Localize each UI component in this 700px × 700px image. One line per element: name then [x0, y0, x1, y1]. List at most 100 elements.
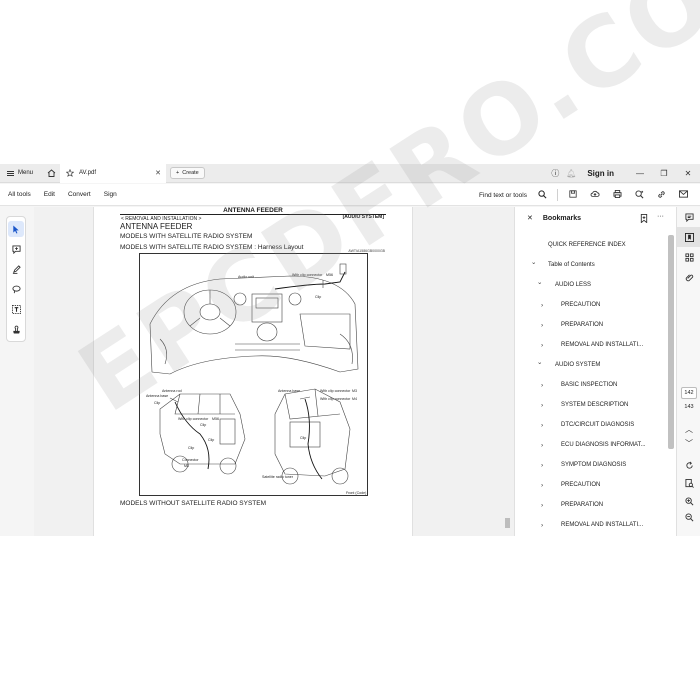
find-text-or-tools[interactable]: Find text or tools [479, 192, 527, 199]
comments-panel-button[interactable] [677, 207, 700, 227]
minimize-icon[interactable]: — [628, 169, 652, 178]
draw-tool[interactable] [8, 281, 24, 297]
link-icon[interactable] [650, 190, 672, 201]
rotate-button[interactable] [677, 455, 700, 475]
highlight-tool[interactable] [8, 261, 24, 277]
bookmark-item[interactable]: › REMOVAL AND INSTALLATI... [515, 335, 667, 355]
next-page-button[interactable]: ﹀ [677, 433, 700, 453]
document-scrollbar[interactable] [505, 510, 511, 534]
bookmark-label: PREPARATION [561, 322, 604, 328]
create-button[interactable]: + Create [170, 167, 205, 179]
add-comment-tool[interactable] [8, 241, 24, 257]
chevron-right-icon[interactable]: › [541, 342, 543, 349]
bookmark-label: DTC/CIRCUIT DIAGNOSIS [561, 422, 635, 428]
label-clip-left-4: Clip [188, 446, 194, 450]
menu-button[interactable]: Menu [0, 170, 40, 176]
menu-all-tools[interactable]: All tools [8, 191, 31, 198]
bookmark-item[interactable]: › PREPARATION [515, 495, 667, 515]
chevron-down-icon[interactable]: ⌄ [531, 258, 536, 266]
menu-label: Menu [18, 170, 34, 176]
label-clip-connector-right-1: With clip connector [320, 389, 351, 393]
bookmark-item[interactable]: › SYMPTOM DIAGNOSIS [515, 455, 667, 475]
chevron-down-icon[interactable]: ⌄ [537, 278, 542, 286]
chevron-right-icon[interactable]: › [541, 382, 543, 389]
chevron-right-icon[interactable]: › [541, 502, 543, 509]
page-view-button[interactable] [677, 473, 700, 493]
close-panel-icon[interactable]: ✕ [527, 214, 533, 222]
bookmark-item[interactable]: ⌄ Table of Contents [515, 255, 667, 275]
label-antenna-base-left: Antenna base [146, 394, 168, 398]
bookmark-label: SYMPTOM DIAGNOSIS [561, 462, 627, 468]
grid-icon [684, 252, 694, 262]
bookmark-item[interactable]: ⌄ AUDIO LESS [515, 275, 667, 295]
bookmarks-panel-button[interactable] [677, 227, 700, 247]
text-tool[interactable] [8, 301, 24, 317]
document-tab[interactable]: AV.pdf ✕ [60, 163, 166, 183]
bookmark-item[interactable]: › DTC/CIRCUIT DIAGNOSIS [515, 415, 667, 435]
notification-bell-icon[interactable]: 🔔︎ [563, 169, 579, 178]
bookmark-label: SYSTEM DESCRIPTION [561, 402, 629, 408]
chevron-right-icon[interactable]: › [541, 522, 543, 529]
search-icon[interactable] [531, 189, 553, 201]
chevron-right-icon[interactable]: › [541, 462, 543, 469]
menu-convert[interactable]: Convert [68, 191, 91, 198]
sign-in-button[interactable]: Sign in [587, 169, 614, 178]
acrobat-window: Menu AV.pdf ✕ + Create ⓘ 🔔︎ Sign in — ❐ … [0, 163, 700, 536]
stamp-tool[interactable] [8, 321, 24, 337]
bookmark-label: PRECAUTION [561, 482, 601, 488]
home-button[interactable] [44, 164, 58, 183]
chevron-right-icon[interactable]: › [541, 322, 543, 329]
chevron-right-icon[interactable]: › [541, 422, 543, 429]
close-tab-icon[interactable]: ✕ [155, 169, 161, 177]
attachments-panel-button[interactable] [677, 267, 700, 287]
email-icon[interactable] [672, 190, 694, 200]
bookmark-item[interactable]: › ECU DIAGNOSIS INFORMAT... [515, 435, 667, 455]
window-close-icon[interactable]: ✕ [676, 169, 700, 178]
bookmark-item[interactable]: › PRECAUTION [515, 475, 667, 495]
menu-edit[interactable]: Edit [44, 191, 55, 198]
bookmark-item[interactable]: ⌄ AUDIO SYSTEM [515, 355, 667, 375]
menu-sign[interactable]: Sign [104, 191, 117, 198]
bookmark-item[interactable]: › BASIC INSPECTION [515, 375, 667, 395]
bookmark-label: AUDIO SYSTEM [555, 362, 601, 368]
comment-plus-icon [11, 244, 21, 254]
chevron-down-icon[interactable]: ⌄ [537, 358, 542, 366]
document-viewport[interactable]: ANTENNA FEEDER < REMOVAL AND INSTALLATIO… [34, 207, 514, 536]
search-zoom-icon[interactable] [628, 189, 650, 201]
subheading-without-satellite: MODELS WITHOUT SATELLITE RADIO SYSTEM [120, 500, 267, 507]
section-heading: ANTENNA FEEDER [120, 222, 193, 231]
restore-icon[interactable]: ❐ [652, 169, 676, 178]
page-header-title: ANTENNA FEEDER [223, 207, 283, 214]
label-clip-connector-right-2: With clip connector [320, 397, 351, 401]
current-page-input[interactable]: 142 [681, 387, 697, 399]
subheading-with-satellite: MODELS WITH SATELLITE RADIO SYSTEM [120, 233, 253, 240]
chevron-right-icon[interactable]: › [541, 442, 543, 449]
bookmarks-scrollbar[interactable] [668, 235, 674, 531]
save-icon[interactable] [562, 190, 584, 200]
total-pages: 143 [684, 404, 694, 410]
label-clip-connector-top: With clip connector [292, 273, 323, 277]
select-tool[interactable] [8, 221, 24, 237]
zoom-out-button[interactable] [677, 507, 700, 527]
bookmark-item[interactable]: QUICK REFERENCE INDEX [515, 235, 667, 255]
chevron-right-icon[interactable]: › [541, 402, 543, 409]
label-m-left: M56 [212, 417, 219, 421]
chevron-right-icon[interactable]: › [541, 302, 543, 309]
bookmark-item[interactable]: › PRECAUTION [515, 295, 667, 315]
zoom-in-icon [684, 496, 693, 505]
add-bookmark-icon[interactable] [640, 214, 648, 225]
bookmarks-scroll-thumb[interactable] [668, 235, 674, 449]
help-icon[interactable]: ⓘ [547, 168, 563, 179]
chevron-right-icon[interactable]: › [541, 482, 543, 489]
bookmark-item[interactable]: › SYSTEM DESCRIPTION [515, 395, 667, 415]
bookmark-item[interactable]: › PREPARATION [515, 315, 667, 335]
label-satellite-radio-tuner: Satellite radio tuner [262, 475, 294, 479]
cloud-upload-icon[interactable] [584, 190, 606, 200]
bookmark-item[interactable]: › REMOVAL AND INSTALLATI... [515, 515, 667, 535]
star-icon[interactable] [66, 169, 74, 177]
more-options-icon[interactable]: ··· [657, 213, 664, 220]
bookmark-label: BASIC INSPECTION [561, 382, 618, 388]
thumbnails-panel-button[interactable] [677, 247, 700, 267]
document-scroll-thumb[interactable] [505, 518, 510, 528]
print-icon[interactable] [606, 190, 628, 200]
